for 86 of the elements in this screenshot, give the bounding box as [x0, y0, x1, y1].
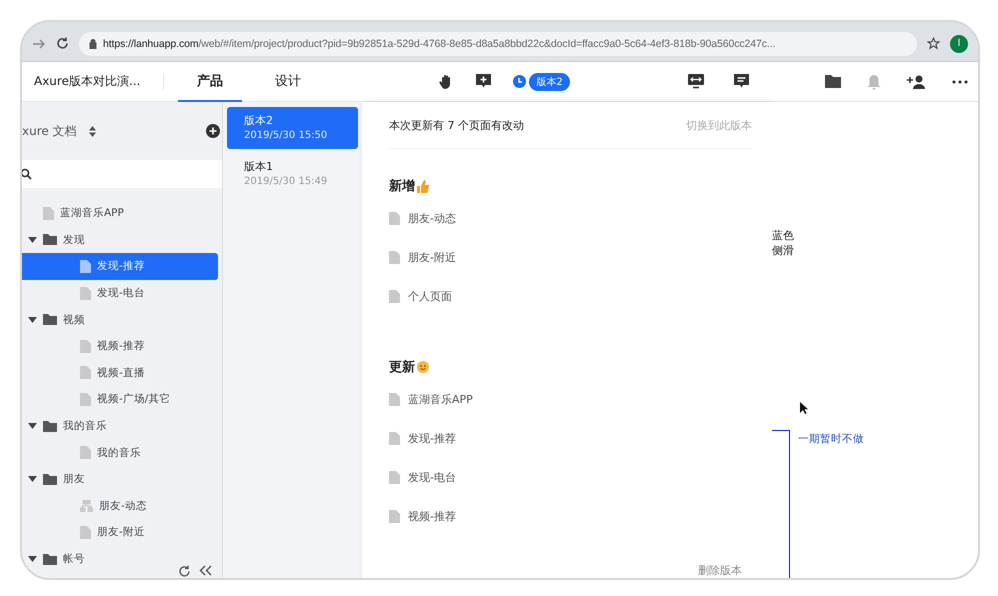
tree-item[interactable]: 我的音乐	[22, 412, 218, 440]
tree-item[interactable]: 视频-推荐	[22, 332, 218, 360]
more-icon[interactable]	[952, 80, 968, 84]
canvas-note: 侧滑	[772, 243, 795, 258]
tree-item[interactable]: 视频-广场/其它	[22, 386, 218, 413]
profile-avatar[interactable]: I	[950, 34, 968, 52]
folder-icon	[43, 554, 57, 565]
changed-page: 发现-电台	[408, 470, 456, 485]
folder-icon	[43, 420, 57, 432]
version-name: 版本2	[244, 113, 274, 128]
document-icon	[389, 510, 400, 523]
document-icon	[389, 471, 400, 484]
version-item[interactable]: 版本2 2019/5/30 15:50	[227, 107, 358, 149]
tree-item[interactable]: 朋友-动态	[22, 492, 218, 520]
changed-page: 发现-推荐	[408, 431, 456, 446]
tree-item[interactable]: 视频	[22, 306, 218, 333]
nav-tab[interactable]: 设计	[256, 62, 320, 102]
forward-icon[interactable]	[32, 38, 46, 50]
folder-icon	[43, 474, 57, 485]
caret-icon[interactable]	[28, 316, 37, 323]
document-icon	[80, 366, 91, 380]
changed-page: 视频-推荐	[408, 509, 456, 524]
document-icon	[80, 340, 91, 353]
folder-icon[interactable]	[825, 75, 841, 88]
reload-icon[interactable]	[56, 37, 69, 50]
add-user-icon[interactable]	[907, 74, 926, 88]
caret-icon[interactable]	[28, 476, 37, 482]
add-comment-icon[interactable]	[476, 74, 492, 89]
section-title: 新增	[389, 178, 415, 195]
document-icon	[43, 206, 54, 220]
changed-page: 蓝湖音乐APP	[408, 392, 473, 407]
flowchart-icon	[80, 500, 93, 512]
canvas-note: 蓝色	[772, 228, 795, 243]
version-name: 版本1	[244, 159, 274, 174]
tree-item[interactable]: 帐号	[22, 546, 218, 572]
document-icon	[389, 393, 400, 406]
document-icon	[80, 392, 91, 406]
version-item[interactable]: 版本1 2019/5/30 15:49	[227, 153, 358, 195]
search-field[interactable]	[22, 160, 222, 188]
tree-item[interactable]: 发现	[22, 226, 218, 254]
tree-item[interactable]: 我的音乐	[22, 439, 218, 466]
tree-item[interactable]: 朋友	[22, 466, 218, 493]
search-icon	[22, 168, 32, 180]
tree-item[interactable]: 发现-电台	[22, 280, 218, 306]
clock-icon[interactable]	[513, 75, 526, 88]
version-time: 2019/5/30 15:50	[244, 130, 328, 141]
fit-width-icon[interactable]	[688, 74, 704, 89]
version-time: 2019/5/30 15:49	[244, 176, 328, 187]
sort-icon[interactable]	[88, 126, 96, 136]
version-badge[interactable]: 版本2	[529, 72, 570, 90]
caret-icon[interactable]	[28, 556, 37, 562]
change-summary: 本次更新有 7 个页面有改动	[389, 118, 524, 132]
add-icon[interactable]	[206, 124, 220, 138]
changed-page: 朋友-动态	[408, 211, 456, 226]
document-icon	[80, 446, 91, 460]
changed-page: 朋友-附近	[408, 250, 456, 265]
document-icon	[80, 286, 91, 300]
tree-item[interactable]: 朋友-附近	[22, 519, 218, 546]
caret-icon[interactable]	[28, 423, 37, 430]
document-icon	[389, 251, 400, 264]
star-icon[interactable]	[927, 37, 940, 50]
caret-icon[interactable]	[28, 236, 37, 243]
document-title: xure 文档	[22, 122, 77, 140]
refresh-icon[interactable]	[178, 565, 191, 578]
tree-item[interactable]: 蓝湖音乐APP	[22, 200, 218, 227]
document-icon	[389, 432, 400, 445]
tree-item[interactable]: 发现-推荐	[22, 253, 218, 280]
folder-icon	[43, 234, 57, 246]
project-title: Axure版本对比演...	[34, 73, 164, 90]
document-icon	[80, 526, 91, 539]
collapse-icon[interactable]	[199, 565, 212, 576]
changed-page: 个人页面	[408, 289, 452, 304]
folder-icon	[43, 314, 57, 326]
thumbs-up-icon	[417, 180, 429, 192]
smiley-icon	[417, 361, 429, 373]
annotation-text: 一期暂时不做	[798, 432, 864, 446]
delete-version-link[interactable]: 删除版本	[698, 563, 742, 578]
comment-icon[interactable]	[734, 74, 749, 89]
address-bar[interactable]: https://lanhuapp.com/web/#/item/project/product?pid=9b92851a-529d-4768-8e85-d8a5a8bbd22c&docId=ffacc9a0-5c64-4ef3-818b-90a560cc247c...	[79, 32, 917, 56]
document-icon	[389, 290, 400, 303]
tree-item[interactable]: 视频-直播	[22, 360, 218, 386]
document-icon	[80, 260, 91, 273]
section-title: 更新	[389, 358, 415, 376]
lock-icon	[89, 38, 97, 48]
document-icon	[389, 212, 400, 225]
cursor-icon	[800, 402, 809, 415]
